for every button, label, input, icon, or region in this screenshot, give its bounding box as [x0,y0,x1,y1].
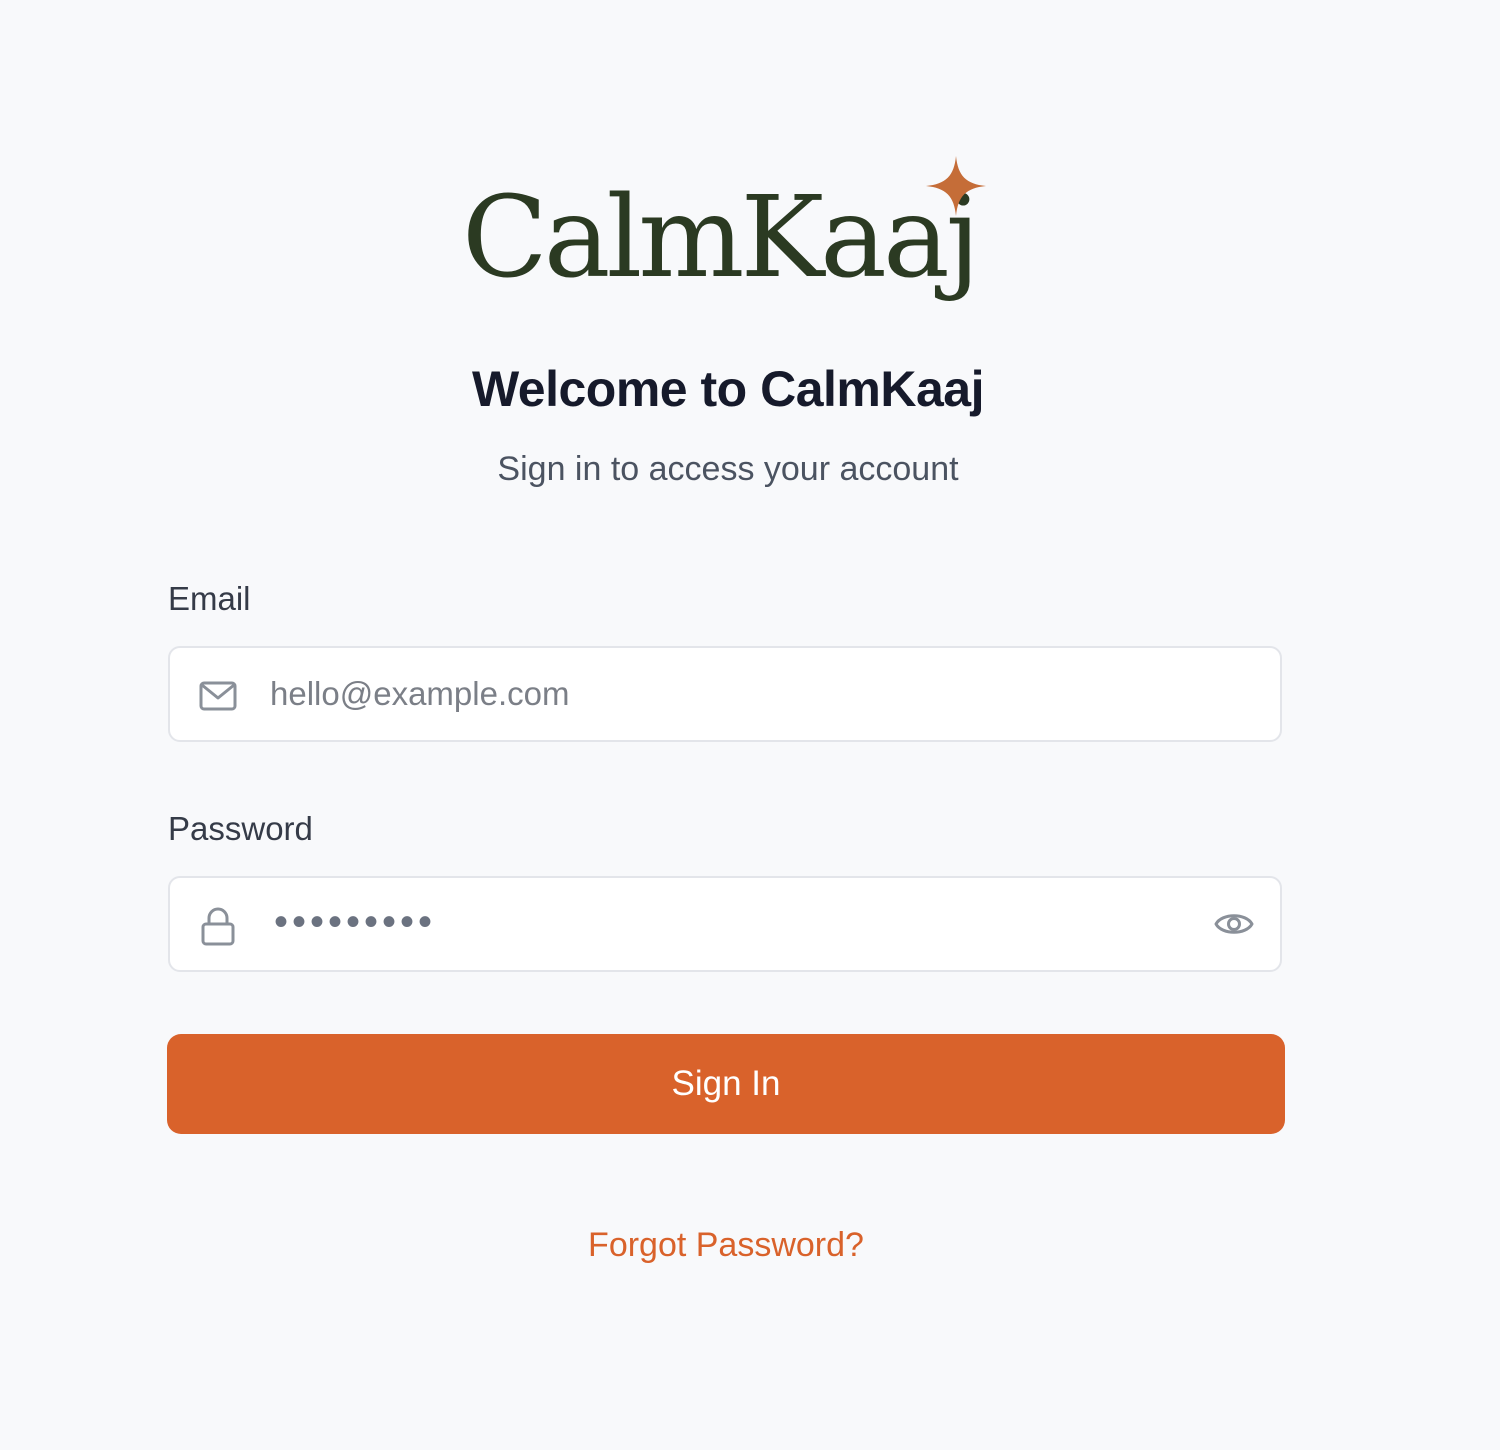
password-label: Password [168,810,313,847]
forgot-password-link[interactable]: Forgot Password? [0,1226,1452,1265]
sign-in-button[interactable]: Sign In [167,1034,1285,1134]
password-field-container[interactable]: ••••••••• [168,876,1282,972]
eye-icon[interactable] [1214,904,1254,944]
page-title: Welcome to CalmKaaj [472,361,984,417]
password-input[interactable]: ••••••••• [274,900,436,945]
sparkle-star-icon [926,156,986,216]
logo-wordmark: CalmKaaj [462,173,980,303]
mail-icon [199,681,237,711]
email-field-container[interactable] [168,646,1282,742]
email-input[interactable] [270,648,1170,740]
calmkaaj-logo: CalmKaaj [462,156,1002,330]
email-label: Email [168,580,251,617]
page-subtitle: Sign in to access your account [497,450,959,488]
lock-icon [201,907,235,946]
